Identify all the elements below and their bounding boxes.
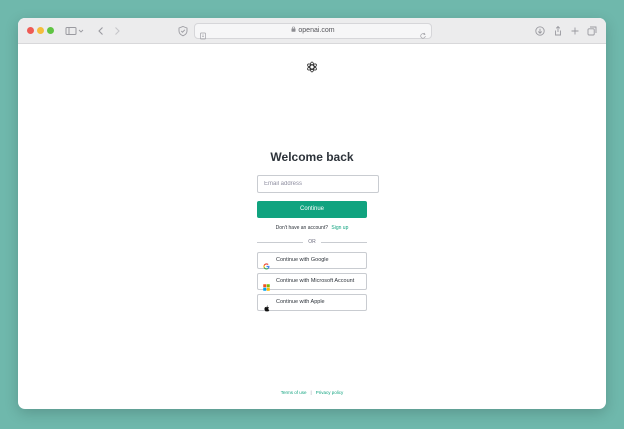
shield-icon[interactable] (176, 24, 190, 38)
download-icon[interactable] (533, 24, 547, 38)
tab-overview-icon[interactable] (585, 24, 599, 38)
or-divider: OR (257, 238, 367, 246)
sidebar-icon[interactable] (64, 24, 78, 38)
share-icon[interactable] (551, 24, 565, 38)
footer-links: Terms of use | Privacy policy (18, 390, 606, 395)
continue-button[interactable]: Continue (257, 201, 367, 218)
lock-icon (291, 26, 296, 34)
apple-button-label: Continue with Apple (276, 299, 325, 305)
signup-prompt: Don't have an account? Sign up (18, 225, 606, 231)
forward-arrow-icon[interactable] (110, 24, 124, 38)
divider-line (321, 242, 367, 243)
browser-window: openai.com Welcome back C (18, 18, 606, 409)
minimize-window-button[interactable] (37, 27, 44, 34)
zoom-window-button[interactable] (47, 27, 54, 34)
reload-icon[interactable] (419, 27, 427, 39)
new-tab-icon[interactable] (568, 24, 582, 38)
openai-logo-icon (306, 60, 318, 73)
microsoft-button-label: Continue with Microsoft Account (276, 278, 355, 284)
microsoft-icon (263, 278, 270, 291)
continue-with-apple-button[interactable]: Continue with Apple (257, 294, 367, 312)
back-arrow-icon[interactable] (94, 24, 108, 38)
address-bar[interactable]: openai.com (194, 23, 432, 40)
email-field[interactable] (257, 175, 379, 193)
footer-separator: | (310, 390, 312, 395)
continue-with-google-button[interactable]: Continue with Google (257, 252, 367, 270)
url-text: openai.com (298, 27, 335, 34)
continue-with-microsoft-button[interactable]: Continue with Microsoft Account (257, 273, 367, 291)
terms-of-use-link[interactable]: Terms of use (281, 390, 307, 395)
apple-icon (263, 299, 270, 312)
browser-toolbar: openai.com (18, 18, 606, 44)
privacy-policy-link[interactable]: Privacy policy (316, 390, 344, 395)
google-button-label: Continue with Google (276, 257, 329, 263)
signup-link[interactable]: Sign up (331, 225, 348, 231)
close-window-button[interactable] (27, 27, 34, 34)
url-display: openai.com (195, 26, 431, 34)
chevron-down-icon[interactable] (77, 24, 85, 38)
google-icon (263, 257, 270, 270)
no-account-text: Don't have an account? (275, 225, 329, 231)
page-title: Welcome back (270, 150, 354, 164)
